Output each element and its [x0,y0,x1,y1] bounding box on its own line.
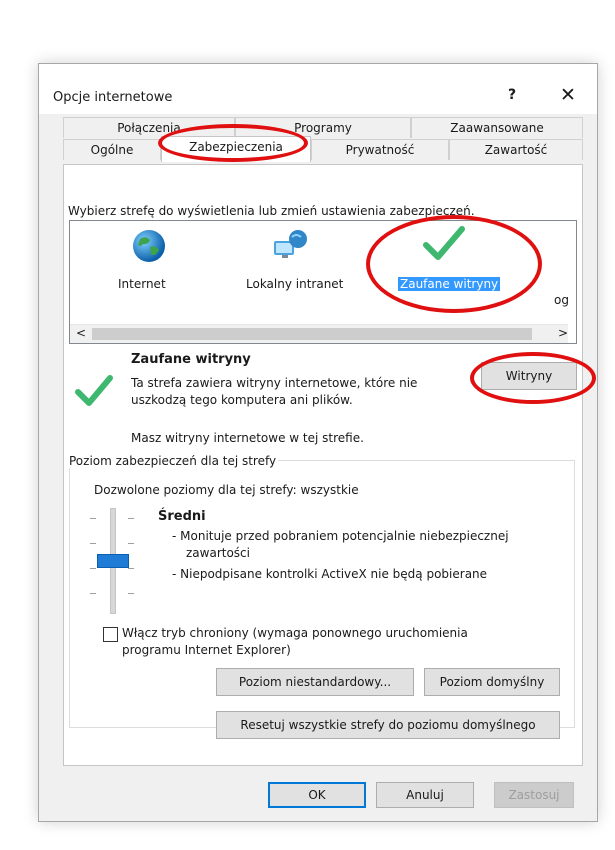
zone-info-title: Zaufane witryny [131,352,251,367]
zone-internet-label[interactable]: Internet [118,277,166,291]
zone-info-desc-1: Ta strefa zawiera witryny internetowe, k… [131,376,418,390]
zone-overflow-label[interactable]: og [554,293,569,307]
apply-button[interactable]: Zastosuj [494,782,574,808]
network-monitor-icon[interactable] [272,227,310,265]
protected-mode-label[interactable]: Włącz tryb chroniony (wymaga ponownego u… [122,626,468,640]
slider-tick [128,543,134,544]
tab-general[interactable]: Ogólne [63,139,161,160]
slider-thumb[interactable] [97,554,129,568]
tab-content[interactable]: Zawartość [449,139,583,160]
close-button[interactable]: ✕ [553,82,583,108]
default-level-button[interactable]: Poziom domyślny [424,668,560,696]
security-level-legend: Poziom zabezpieczeń dla tej strefy [67,454,279,468]
tab-privacy[interactable]: Prywatność [311,139,449,160]
security-slider[interactable] [88,508,136,614]
zone-instruction: Wybierz strefę do wyświetlenia lub zmień… [68,204,475,218]
slider-tick [90,518,96,519]
has-sites-text: Masz witryny internetowe w tej strefie. [131,431,364,445]
zone-trusted-label[interactable]: Zaufane witryny [398,277,501,291]
globe-icon[interactable] [130,227,168,265]
tab-connections[interactable]: Połączenia [63,117,235,138]
cancel-button[interactable]: Anuluj [376,782,474,808]
ok-button[interactable]: OK [268,782,366,808]
protected-mode-checkbox[interactable] [103,627,118,642]
scroll-right-arrow[interactable]: > [558,326,568,340]
level-desc-2: - Niepodpisane kontrolki ActiveX nie będ… [172,567,488,581]
scroll-left-arrow[interactable]: < [76,326,86,340]
tab-security[interactable]: Zabezpieczenia [161,136,311,162]
zone-info-desc-2: uszkodzą tego komputera ani plików. [131,393,353,407]
trusted-check-icon [74,370,114,410]
help-button[interactable]: ? [499,82,525,108]
protected-mode-label-2[interactable]: programu Internet Explorer) [122,643,291,657]
scroll-thumb[interactable] [92,328,532,340]
horizontal-scrollbar[interactable]: < > [70,324,568,343]
dialog-title: Opcje internetowe [53,90,173,105]
slider-tick [90,593,96,594]
allowed-levels-text: Dozwolone poziomy dla tej strefy: wszyst… [94,483,359,497]
slider-tick [128,568,134,569]
tab-advanced[interactable]: Zaawansowane [411,117,583,138]
tab-programs[interactable]: Programy [235,117,411,138]
checkmark-icon[interactable] [422,223,466,265]
slider-tick [128,518,134,519]
zone-list[interactable]: Internet Lokalny intranet Zaufane witryn… [69,220,577,344]
slider-tick [90,543,96,544]
reset-all-zones-button[interactable]: Resetuj wszystkie strefy do poziomu domy… [216,711,560,739]
level-desc-1b: zawartości [186,546,250,560]
sites-button[interactable]: Witryny [481,362,577,390]
slider-tick [90,568,96,569]
level-name: Średni [158,509,206,524]
custom-level-button[interactable]: Poziom niestandardowy... [216,668,414,696]
title-bar: Opcje internetowe ? ✕ [39,64,597,114]
level-desc-1: - Monituje przed pobraniem potencjalnie … [172,529,509,543]
zone-intranet-label[interactable]: Lokalny intranet [246,277,343,291]
slider-tick [128,593,134,594]
